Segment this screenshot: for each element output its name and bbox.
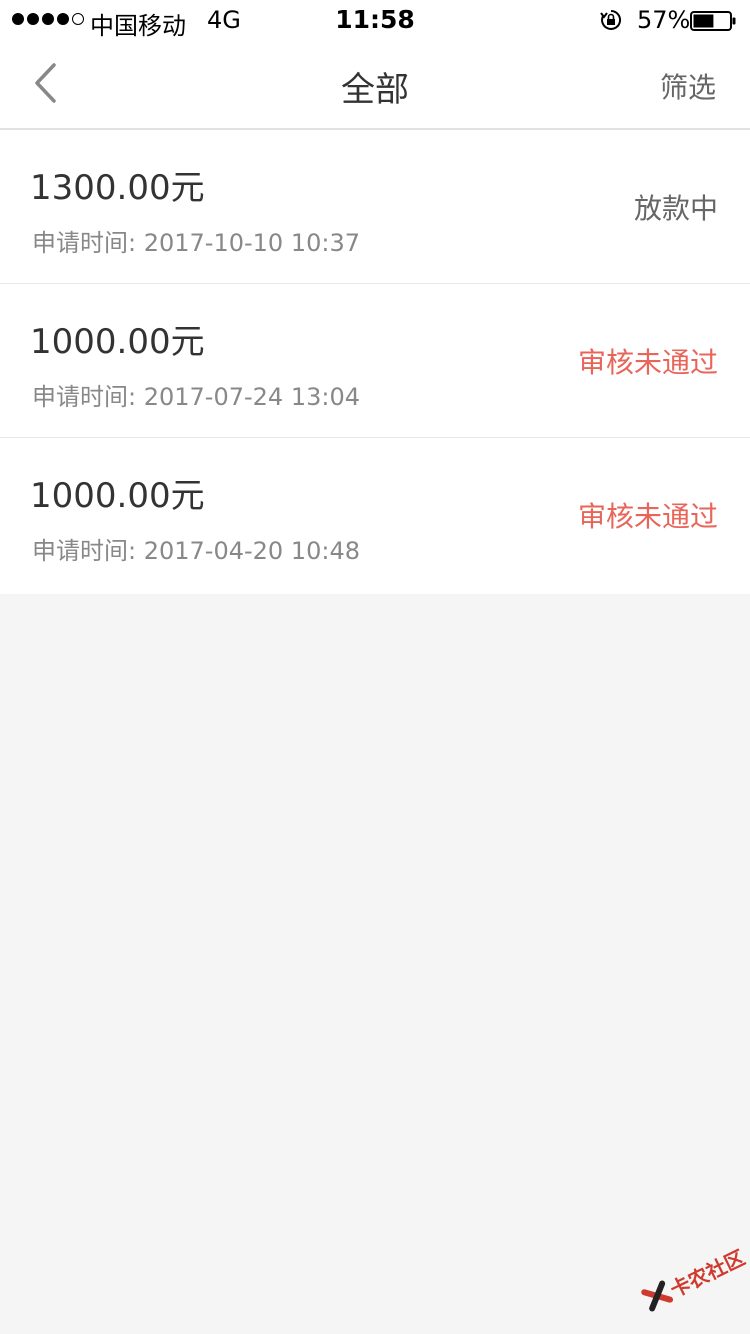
- loan-amount: 1000.00元: [30, 476, 205, 516]
- navigation-bar: 全部 筛选: [0, 40, 750, 130]
- apply-time: 申请时间: 2017-07-24 13:04: [32, 383, 360, 411]
- battery-icon: [690, 11, 736, 31]
- loan-amount: 1000.00元: [30, 322, 205, 362]
- rotation-lock-icon: [600, 9, 622, 30]
- battery-percent: 57%: [637, 6, 691, 34]
- list-item[interactable]: 1000.00元 申请时间: 2017-04-20 10:48 审核未通过: [0, 438, 750, 594]
- apply-time: 申请时间: 2017-04-20 10:48: [32, 537, 360, 565]
- filter-button[interactable]: 筛选: [660, 66, 716, 106]
- status-bar: 中国移动 4G 11:58 57%: [0, 0, 750, 40]
- page-title: 全部: [341, 70, 409, 110]
- list-item[interactable]: 1000.00元 申请时间: 2017-07-24 13:04 审核未通过: [0, 284, 750, 438]
- loan-record-list: 1300.00元 申请时间: 2017-10-10 10:37 放款中 1000…: [0, 130, 750, 594]
- status-badge: 审核未通过: [577, 500, 718, 533]
- list-item[interactable]: 1300.00元 申请时间: 2017-10-10 10:37 放款中: [0, 130, 750, 284]
- apply-time: 申请时间: 2017-10-10 10:37: [32, 229, 360, 257]
- status-badge: 放款中: [633, 192, 718, 225]
- status-badge: 审核未通过: [577, 346, 718, 379]
- watermark-text: 卡农社区: [666, 1244, 749, 1302]
- loan-amount: 1300.00元: [30, 168, 205, 208]
- watermark-logo: 卡农社区: [632, 1227, 750, 1328]
